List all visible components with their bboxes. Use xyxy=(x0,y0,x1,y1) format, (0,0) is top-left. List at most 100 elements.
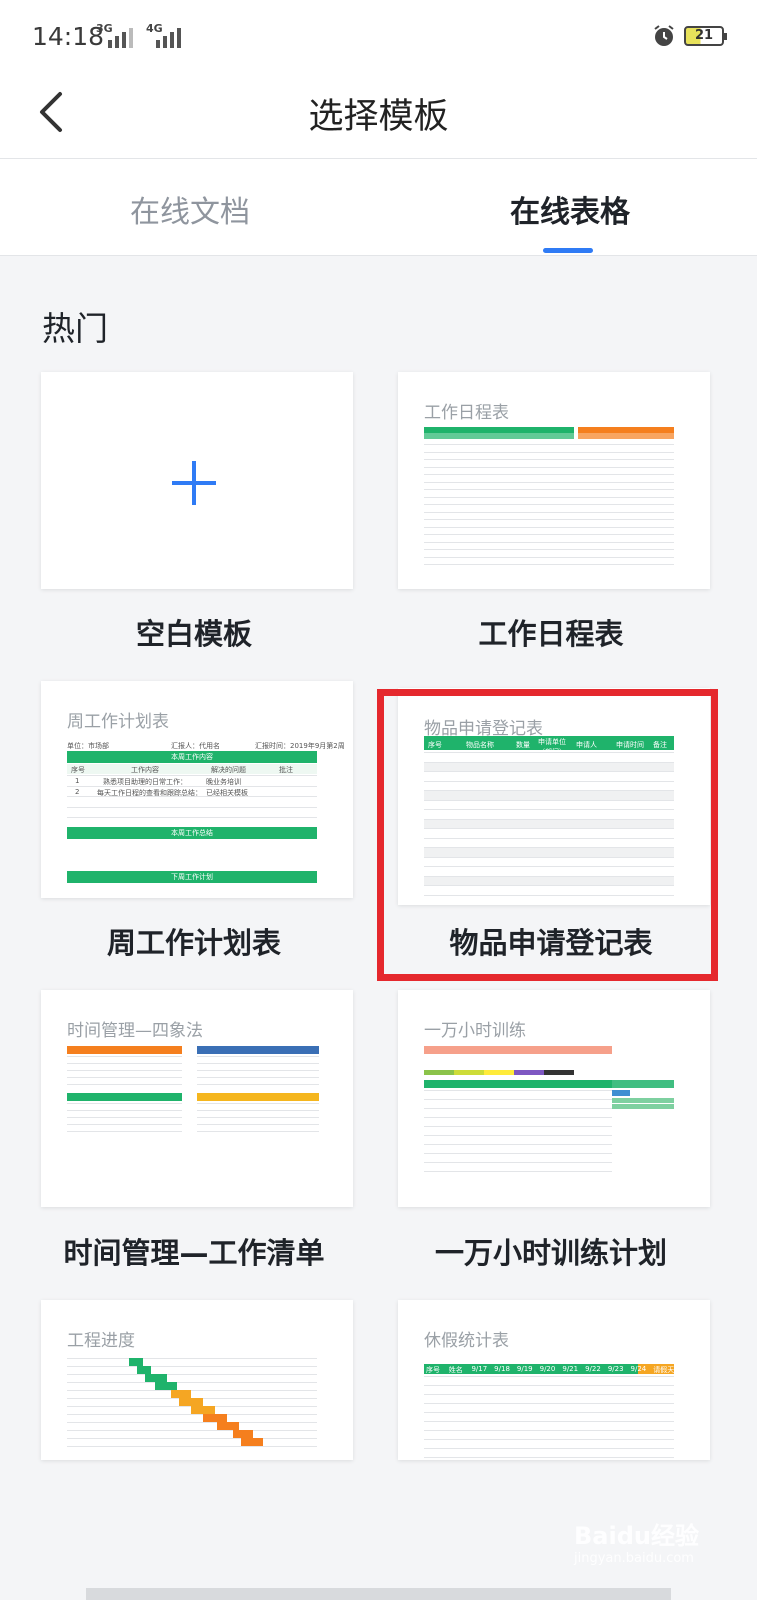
template-card-leave-stats[interactable]: 休假统计表 序号 姓名 9/17 9/18 9/19 9/20 9/21 9/22 9/23 9/… xyxy=(398,1300,710,1460)
template-card-time-management[interactable]: 时间管理—四象法 xyxy=(41,990,353,1207)
thumb-row-line xyxy=(424,526,674,528)
thumb-col: 批注 xyxy=(279,766,293,774)
gantt-bar xyxy=(233,1430,253,1438)
thumb-row-line xyxy=(67,1103,182,1104)
thumb-row-line xyxy=(424,474,674,475)
thumb-row-line xyxy=(67,1358,317,1359)
gantt-bar xyxy=(129,1358,143,1366)
thumb-row-line xyxy=(424,1153,612,1154)
template-label-weekly-plan[interactable]: 周工作计划表 xyxy=(24,920,364,962)
thumb-row-line xyxy=(197,1124,319,1125)
template-card-blank[interactable] xyxy=(41,372,353,589)
template-card-project-progress[interactable]: 工程进度 xyxy=(41,1300,353,1460)
thumb-row-line xyxy=(67,1390,317,1391)
thumb-row-line xyxy=(424,1457,674,1458)
quadrant-1-header xyxy=(67,1046,182,1054)
thumb-progress-cell xyxy=(612,1090,630,1096)
thumb-cell: 1 xyxy=(75,777,80,785)
thumb-row-line xyxy=(424,1394,674,1395)
thumb-row-line xyxy=(424,459,674,460)
section-title-hot: 热门 xyxy=(42,309,108,348)
watermark: Baidu经验 jingyan.baidu.com xyxy=(574,1516,699,1566)
thumb-row-line xyxy=(424,1376,674,1377)
thumb-section-3: 下周工作计划 xyxy=(67,871,317,883)
thumb-section-2: 本周工作总结 xyxy=(67,827,317,839)
thumb-col: 序号 xyxy=(426,1366,440,1374)
template-label-schedule[interactable]: 工作日程表 xyxy=(381,611,721,653)
thumb-row-line xyxy=(67,1077,182,1078)
thumb-header-green2 xyxy=(424,433,574,439)
template-label-item-request[interactable]: 物品申请登记表 xyxy=(381,920,721,962)
template-card-schedule[interactable]: 工作日程表 xyxy=(398,372,710,589)
plus-icon xyxy=(172,461,216,505)
tab-online-sheets[interactable]: 在线表格 xyxy=(510,187,630,231)
page-header: 选择模板 xyxy=(0,74,757,159)
thumb-banner xyxy=(424,1046,612,1054)
status-time: 14:18 xyxy=(32,22,105,51)
thumb-row-line xyxy=(424,481,674,483)
thumb-cell: 2 xyxy=(75,788,80,796)
thumb-row-line xyxy=(67,1438,317,1439)
gantt-bar xyxy=(203,1414,227,1422)
thumb-col: 序号 xyxy=(71,766,85,774)
thumbnail-title: 工作日程表 xyxy=(424,403,509,423)
thumb-progress-cell xyxy=(612,1098,674,1103)
thumb-col: 9/17 xyxy=(471,1365,488,1373)
thumb-row-line xyxy=(67,1366,317,1367)
thumb-row-line xyxy=(67,1110,182,1111)
template-label-blank[interactable]: 空白模板 xyxy=(24,611,364,653)
thumbnail-title: 周工作计划表 xyxy=(67,712,169,732)
thumb-row-line xyxy=(424,1135,612,1136)
thumb-row-line xyxy=(67,817,317,818)
template-label-10000-hours[interactable]: 一万小时训练计划 xyxy=(381,1230,721,1272)
template-card-10000-hours[interactable]: 一万小时训练 xyxy=(398,990,710,1207)
thumb-row-line xyxy=(424,496,674,498)
thumb-row-line xyxy=(197,1117,319,1118)
thumb-row-line xyxy=(67,1446,317,1447)
thumbnail-title: 时间管理—四象法 xyxy=(67,1021,203,1041)
status-bar: 14:18 3G 4G 21 xyxy=(0,0,757,74)
thumb-col: 9/22 xyxy=(585,1365,601,1373)
thumb-row-line xyxy=(424,1090,612,1091)
thumb-col: 9/19 xyxy=(516,1365,533,1373)
thumb-row-line xyxy=(424,1385,674,1386)
thumb-col: 解决的问题 xyxy=(211,766,246,774)
thumb-row-line xyxy=(67,796,317,797)
thumb-row-line xyxy=(67,1056,182,1057)
thumb-section-1: 本周工作内容 xyxy=(67,751,317,763)
thumb-row-line xyxy=(67,1374,317,1375)
thumb-row-line xyxy=(424,534,674,535)
bottom-indicator xyxy=(86,1588,671,1600)
template-label-time-management[interactable]: 时间管理—工作清单 xyxy=(24,1230,364,1272)
thumb-row-line xyxy=(67,1084,182,1085)
thumb-row-line xyxy=(67,1117,182,1118)
thumb-unit: 单位：市场部 xyxy=(67,742,109,750)
tab-online-docs[interactable]: 在线文档 xyxy=(130,187,250,231)
thumb-col: 9/24 xyxy=(630,1365,647,1373)
thumb-row-line xyxy=(424,1430,674,1431)
thumb-row-line xyxy=(67,1070,182,1071)
thumb-col: 工作内容 xyxy=(131,766,159,774)
thumb-row-line xyxy=(424,451,674,453)
quadrant-3-header xyxy=(67,1093,182,1101)
thumb-header-bar xyxy=(424,1080,612,1088)
thumb-row-line xyxy=(424,466,674,468)
thumb-legend-bar xyxy=(424,1070,574,1075)
thumb-row-line xyxy=(67,1131,182,1132)
thumb-row-line xyxy=(67,1414,317,1415)
thumb-row-line xyxy=(424,1421,674,1422)
template-card-weekly-plan[interactable]: 周工作计划表 单位：市场部 汇报人：代用名 汇报时间：2019年9月第2周 本周… xyxy=(41,681,353,898)
thumb-row-line xyxy=(424,564,674,565)
thumb-row-line xyxy=(424,549,674,550)
thumb-row-line xyxy=(424,556,674,558)
thumb-date: 汇报时间：2019年9月第2周 xyxy=(255,742,345,750)
gantt-bar xyxy=(155,1382,177,1390)
thumb-row-line xyxy=(67,775,317,776)
signal-4g-icon: 4G xyxy=(140,22,184,48)
thumbnail-title: 休假统计表 xyxy=(424,1331,509,1351)
thumb-row-line xyxy=(197,1084,319,1085)
thumb-row-line xyxy=(424,511,674,513)
thumbnail-title: 工程进度 xyxy=(67,1331,135,1351)
thumb-row-line xyxy=(67,806,317,808)
quadrant-2-header xyxy=(197,1046,319,1054)
